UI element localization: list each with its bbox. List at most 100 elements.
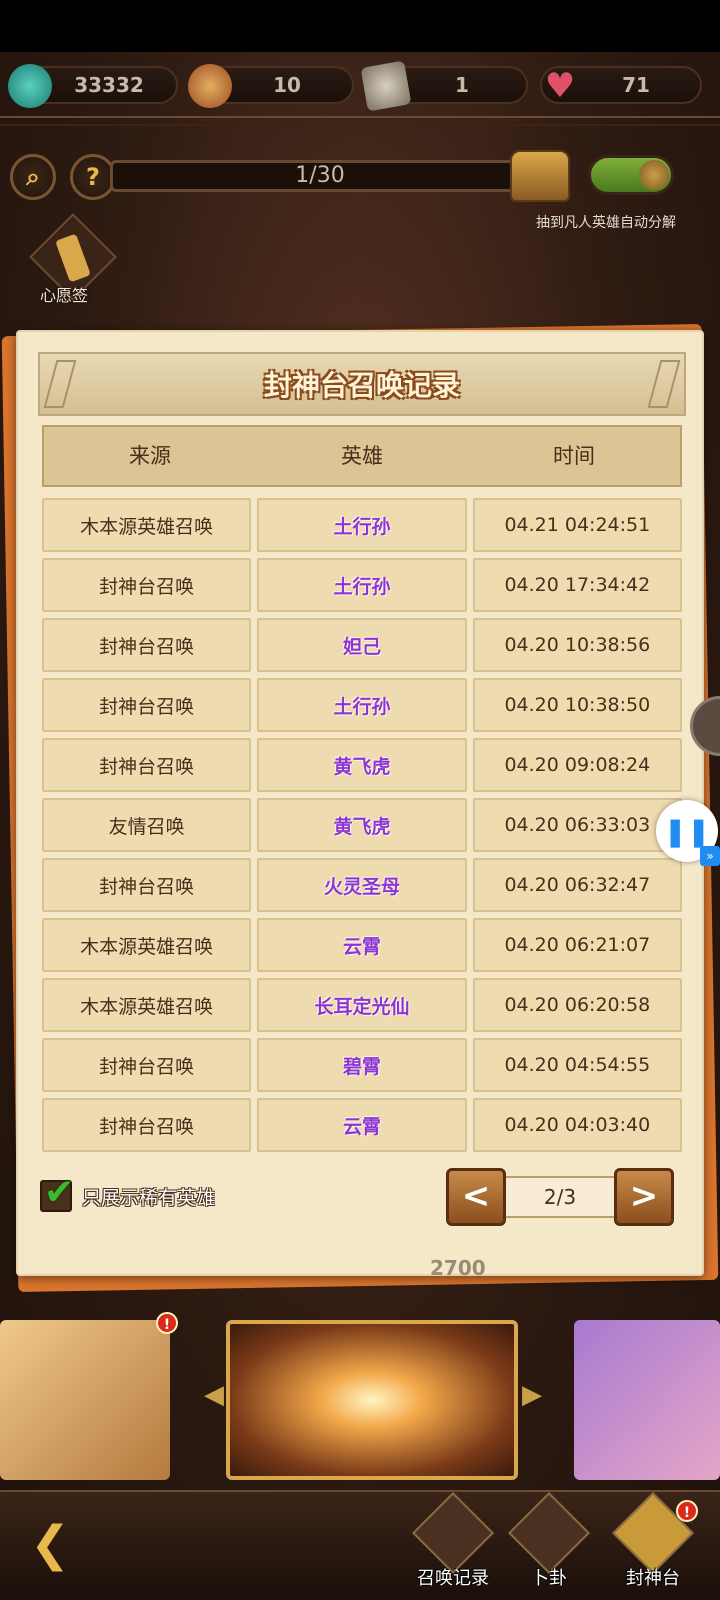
banner-card-left[interactable]	[0, 1320, 170, 1480]
record-time: 04.20 09:08:24	[472, 738, 682, 792]
search-icon: ⌕	[26, 163, 40, 191]
status-bar	[0, 0, 720, 52]
toggle-knob	[639, 160, 669, 190]
record-source: 友情召唤	[42, 798, 252, 852]
record-source: 封神台召唤	[42, 558, 252, 612]
title-decoration-right	[647, 360, 681, 408]
record-book-icon	[411, 1491, 495, 1575]
resource-jade-value: 33332	[74, 73, 144, 97]
record-hero: 云霄	[257, 918, 467, 972]
nav-divination[interactable]: 卜卦	[506, 1491, 592, 1594]
carousel-left-arrow-icon[interactable]: ◀	[204, 1380, 224, 1410]
auto-decompose-toggle[interactable]	[588, 155, 674, 195]
table-row: 封神台召唤 碧霄 04.20 04:54:55	[42, 1038, 682, 1092]
nav-summon-record-label: 召唤记录	[417, 1568, 489, 1589]
record-time: 04.20 17:34:42	[472, 558, 682, 612]
pagination: < 2/3 >	[446, 1168, 674, 1226]
record-source: 封神台召唤	[42, 858, 252, 912]
record-hero: 黄飞虎	[257, 738, 467, 792]
table-row: 木本源英雄召唤 云霄 04.20 06:21:07	[42, 918, 682, 972]
record-source: 木本源英雄召唤	[42, 498, 252, 552]
resource-bar: 33332 10 1 ♥ 71	[8, 60, 710, 112]
prev-page-button[interactable]: <	[446, 1168, 506, 1226]
nav-summon-record[interactable]: 召唤记录	[410, 1491, 496, 1594]
nav-alert-badge: !	[676, 1500, 698, 1522]
summon-record-modal: 封神台召唤记录 来源 英雄 时间 木本源英雄召唤 土行孙 04.21 04:24:5…	[16, 330, 704, 1276]
rare-filter[interactable]: ✔ 只展示稀有英雄	[40, 1172, 216, 1213]
resource-hero-token[interactable]: 10	[188, 64, 354, 108]
progress-label: 1/30	[295, 163, 345, 188]
record-time: 04.20 06:33:03	[472, 798, 682, 852]
resource-hero-token-value: 10	[273, 73, 301, 97]
column-header-time: 时间	[553, 444, 595, 468]
table-row: 封神台召唤 云霄 04.20 04:03:40	[42, 1098, 682, 1152]
page-indicator: 2/3	[506, 1176, 614, 1218]
summon-progress: 1/30	[110, 160, 530, 192]
treasure-chest-icon[interactable]	[510, 150, 570, 202]
scroll-ticket-icon	[360, 60, 412, 112]
record-source: 封神台召唤	[42, 1038, 252, 1092]
back-arrow-icon[interactable]: ❮	[30, 1516, 70, 1572]
record-time: 04.20 06:32:47	[472, 858, 682, 912]
table-row: 封神台召唤 土行孙 04.20 10:38:50	[42, 678, 682, 732]
carousel-right-arrow-icon[interactable]: ▶	[522, 1380, 542, 1410]
record-hero: 土行孙	[257, 678, 467, 732]
table-row: 封神台召唤 火灵圣母 04.20 06:32:47	[42, 858, 682, 912]
record-source: 木本源英雄召唤	[42, 978, 252, 1032]
column-header-source: 来源	[129, 444, 171, 468]
record-time: 04.21 04:24:51	[472, 498, 682, 552]
banner-card-center[interactable]	[226, 1320, 518, 1480]
yin-yang-icon	[507, 1491, 591, 1575]
table-row: 木本源英雄召唤 土行孙 04.21 04:24:51	[42, 498, 682, 552]
record-hero: 土行孙	[257, 498, 467, 552]
table-row: 封神台召唤 土行孙 04.20 17:34:42	[42, 558, 682, 612]
wish-button[interactable]: 心愿签	[26, 213, 117, 312]
rare-filter-checkbox[interactable]: ✔	[40, 1172, 74, 1213]
record-time: 04.20 04:54:55	[472, 1038, 682, 1092]
table-header: 来源 英雄 时间	[42, 425, 682, 487]
modal-title: 封神台召唤记录	[263, 369, 460, 402]
nav-altar-label: 封神台	[626, 1568, 680, 1589]
record-hero: 土行孙	[257, 558, 467, 612]
wish-label: 心愿签	[40, 286, 89, 305]
record-hero: 云霄	[257, 1098, 467, 1152]
fast-forward-icon[interactable]: »	[700, 846, 720, 866]
record-source: 木本源英雄召唤	[42, 918, 252, 972]
banner-card-right[interactable]	[574, 1320, 720, 1480]
modal-title-band: 封神台召唤记录	[38, 352, 686, 416]
jade-coin-icon	[8, 64, 52, 108]
search-button[interactable]: ⌕	[10, 154, 56, 200]
column-header-hero: 英雄	[341, 444, 383, 468]
record-source: 封神台召唤	[42, 1098, 252, 1152]
table-row: 友情召唤 黄飞虎 04.20 06:33:03	[42, 798, 682, 852]
record-hero: 长耳定光仙	[257, 978, 467, 1032]
resource-jade[interactable]: 33332	[8, 64, 178, 108]
resource-heart[interactable]: ♥ 71	[540, 66, 702, 106]
hero-token-icon	[188, 64, 232, 108]
record-table: 木本源英雄召唤 土行孙 04.21 04:24:51 封神台召唤 土行孙 04.20 17…	[42, 498, 682, 1158]
record-source: 封神台召唤	[42, 738, 252, 792]
banner-carousel: ! ◀ ▶	[0, 1312, 720, 1480]
background-cost: 2700	[430, 1256, 486, 1280]
resource-heart-value: 71	[622, 73, 650, 97]
record-hero: 火灵圣母	[257, 858, 467, 912]
resource-scroll[interactable]: 1	[360, 60, 528, 112]
auto-decompose-label: 抽到凡人英雄自动分解	[536, 215, 676, 231]
next-page-button[interactable]: >	[614, 1168, 674, 1226]
record-time: 04.20 10:38:56	[472, 618, 682, 672]
record-time: 04.20 04:03:40	[472, 1098, 682, 1152]
table-row: 封神台召唤 黄飞虎 04.20 09:08:24	[42, 738, 682, 792]
nav-divination-label: 卜卦	[531, 1568, 567, 1589]
record-hero: 碧霄	[257, 1038, 467, 1092]
record-source: 封神台召唤	[42, 678, 252, 732]
rare-filter-label: 只展示稀有英雄	[82, 1186, 216, 1209]
pause-icon: ❚❚	[663, 814, 711, 848]
table-row: 木本源英雄召唤 长耳定光仙 04.20 06:20:58	[42, 978, 682, 1032]
record-time: 04.20 06:21:07	[472, 918, 682, 972]
title-decoration-left	[43, 360, 77, 408]
header-divider	[0, 116, 720, 126]
record-source: 封神台召唤	[42, 618, 252, 672]
record-hero: 妲己	[257, 618, 467, 672]
table-row: 封神台召唤 妲己 04.20 10:38:56	[42, 618, 682, 672]
alert-badge: !	[156, 1312, 178, 1334]
